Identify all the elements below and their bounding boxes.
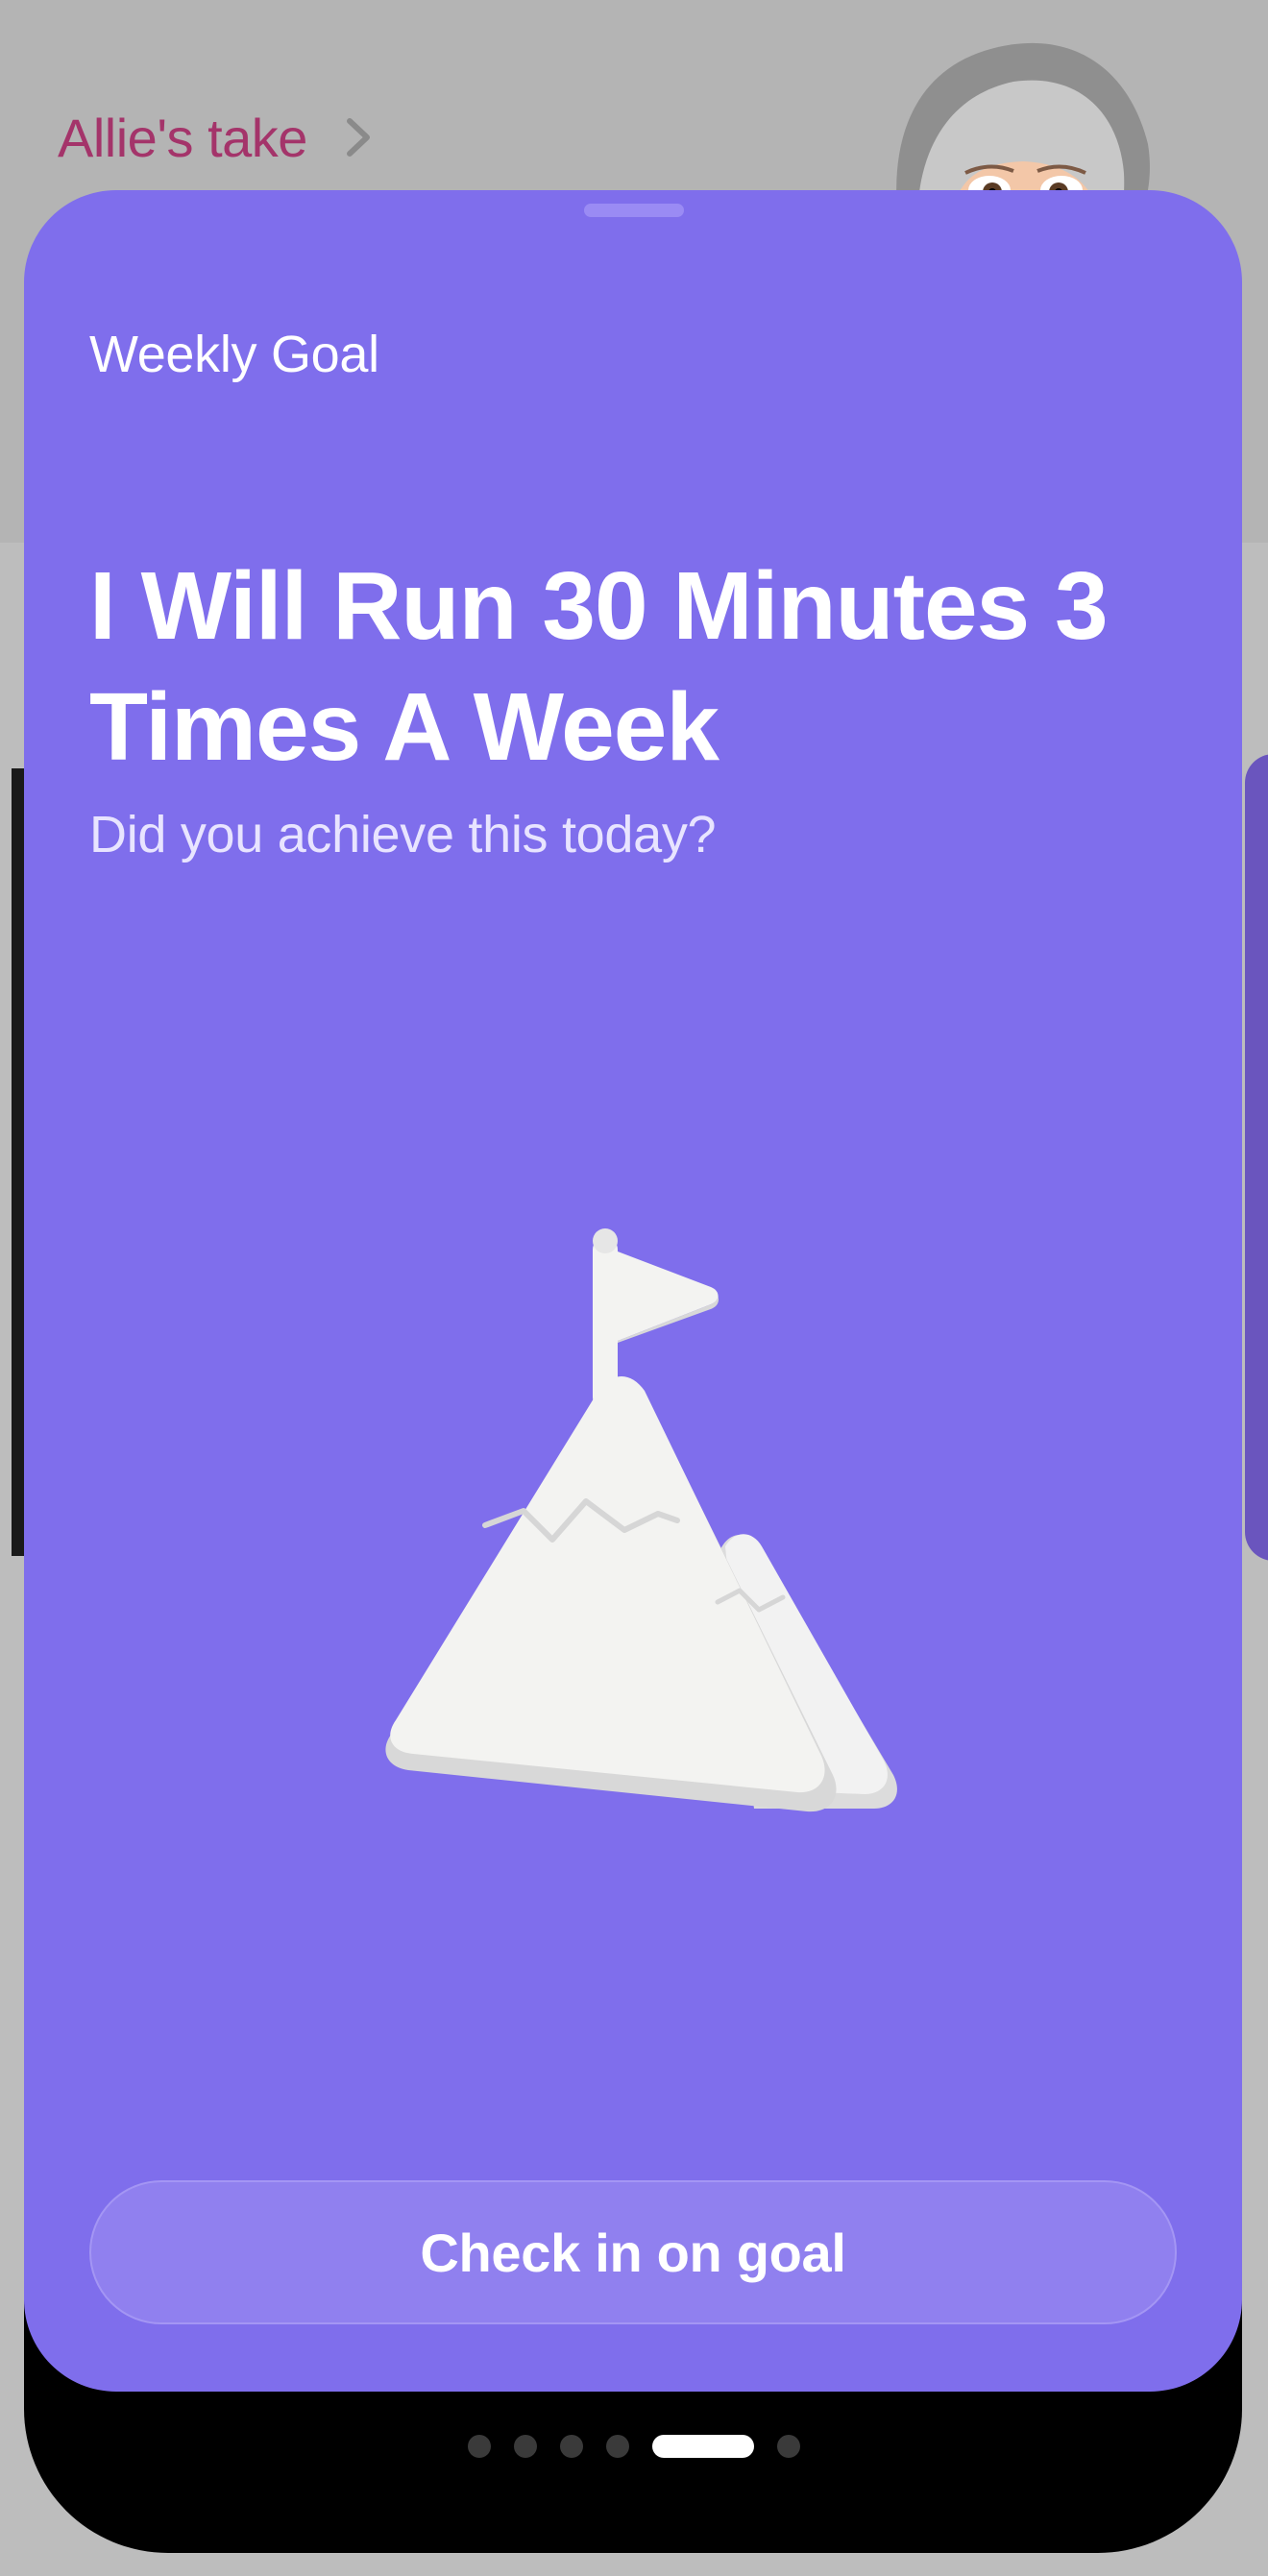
page-indicator	[0, 2426, 1268, 2467]
page-dot[interactable]	[777, 2435, 800, 2458]
allies-take-label: Allie's take	[58, 107, 307, 168]
page-dot[interactable]	[468, 2435, 491, 2458]
page-dot[interactable]	[514, 2435, 537, 2458]
allies-take-link[interactable]: Allie's take	[58, 94, 382, 181]
check-in-button[interactable]: Check in on goal	[89, 2180, 1177, 2324]
page-dot[interactable]	[560, 2435, 583, 2458]
card-label: Weekly Goal	[89, 326, 379, 383]
sheet-grabber[interactable]	[584, 204, 684, 217]
page-dot[interactable]	[606, 2435, 629, 2458]
goal-title: I Will Run 30 Minutes 3 Times A Week	[89, 552, 1109, 781]
page-dot-active[interactable]	[652, 2435, 754, 2458]
chevron-right-icon	[346, 118, 370, 157]
mountain-flag-icon	[385, 1228, 897, 1812]
weekly-goal-card: Weekly Goal I Will Run 30 Minutes 3 Time…	[24, 190, 1242, 2392]
goal-question: Did you achieve this today?	[89, 806, 717, 863]
next-card-edge[interactable]	[1245, 754, 1268, 1561]
